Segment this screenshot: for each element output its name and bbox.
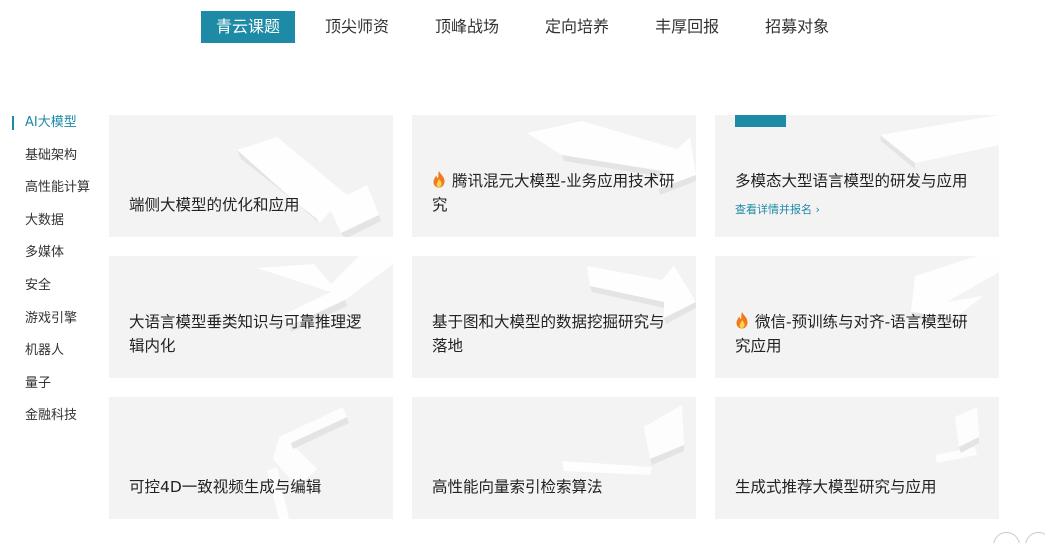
- sidebar-item-fintech[interactable]: 金融科技: [12, 403, 102, 436]
- topic-card[interactable]: 腾讯混元大模型-业务应用技术研究: [412, 115, 696, 237]
- sidebar-item-quantum[interactable]: 量子: [12, 371, 102, 404]
- topic-card[interactable]: 端侧大模型的优化和应用: [109, 115, 393, 237]
- tab-recruitment-targets[interactable]: 招募对象: [765, 11, 829, 43]
- topic-card[interactable]: 微信-预训练与对齐-语言模型研究应用: [715, 256, 999, 378]
- sidebar-item-big-data[interactable]: 大数据: [12, 208, 102, 241]
- page: 青云课题 顶尖师资 顶峰战场 定向培养 丰厚回报 招募对象 AI大模型 基础架构…: [0, 0, 1045, 543]
- topic-card-highlighted[interactable]: 多模态大型语言模型的研发与应用 查看详情并报名 ›: [715, 115, 999, 237]
- sidebar-item-robotics[interactable]: 机器人: [12, 338, 102, 371]
- sidebar-item-security[interactable]: 安全: [12, 273, 102, 306]
- card-title: 大语言模型垂类知识与可靠推理逻辑内化: [129, 313, 362, 355]
- tab-top-mentors[interactable]: 顶尖师资: [325, 11, 389, 43]
- card-background-decoration: [562, 405, 684, 475]
- next-arrow-icon[interactable]: [1025, 532, 1045, 543]
- tab-qingyun-topics[interactable]: 青云课题: [201, 11, 296, 43]
- card-title: 端侧大模型的优化和应用: [129, 196, 300, 214]
- prev-arrow-icon[interactable]: [993, 532, 1020, 543]
- card-background-decoration: [237, 137, 381, 237]
- flame-icon: [736, 312, 748, 329]
- sidebar-item-infrastructure[interactable]: 基础架构: [12, 143, 102, 176]
- topic-card[interactable]: 可控4D一致视频生成与编辑: [109, 397, 393, 519]
- flame-icon: [433, 171, 445, 188]
- topic-card[interactable]: 基于图和大模型的数据挖掘研究与落地: [412, 256, 696, 378]
- tab-top-battlefield[interactable]: 顶峰战场: [435, 11, 499, 43]
- card-title: 腾讯混元大模型-业务应用技术研究: [432, 171, 675, 214]
- sidebar-item-game-engine[interactable]: 游戏引擎: [12, 306, 102, 339]
- top-nav: 青云课题 顶尖师资 顶峰战场 定向培养 丰厚回报 招募对象: [201, 11, 829, 43]
- card-title: 可控4D一致视频生成与编辑: [129, 478, 322, 496]
- category-sidebar: AI大模型 基础架构 高性能计算 大数据 多媒体 安全 游戏引擎 机器人 量子 …: [12, 110, 102, 436]
- card-title: 多模态大型语言模型的研发与应用: [735, 172, 968, 190]
- topic-card-grid: 端侧大模型的优化和应用 腾讯混元大模型-业务应用技术研究 多模态大型语言模型的研…: [109, 115, 1000, 519]
- tab-rewards[interactable]: 丰厚回报: [655, 11, 719, 43]
- card-title: 基于图和大模型的数据挖掘研究与落地: [432, 313, 665, 355]
- topic-card[interactable]: 高性能向量索引检索算法: [412, 397, 696, 519]
- card-background-decoration: [935, 407, 979, 463]
- card-title: 生成式推荐大模型研究与应用: [735, 478, 937, 496]
- sidebar-item-hpc[interactable]: 高性能计算: [12, 175, 102, 208]
- sidebar-item-multimedia[interactable]: 多媒体: [12, 240, 102, 273]
- topic-card[interactable]: 大语言模型垂类知识与可靠推理逻辑内化: [109, 256, 393, 378]
- topic-card[interactable]: 生成式推荐大模型研究与应用: [715, 397, 999, 519]
- card-background-decoration: [267, 407, 349, 519]
- sidebar-item-ai-large-model[interactable]: AI大模型: [12, 110, 102, 143]
- view-details-link[interactable]: 查看详情并报名 ›: [735, 201, 820, 217]
- card-title: 微信-预训练与对齐-语言模型研究应用: [735, 312, 968, 355]
- tab-directed-training[interactable]: 定向培养: [545, 11, 609, 43]
- card-title: 高性能向量索引检索算法: [432, 478, 603, 496]
